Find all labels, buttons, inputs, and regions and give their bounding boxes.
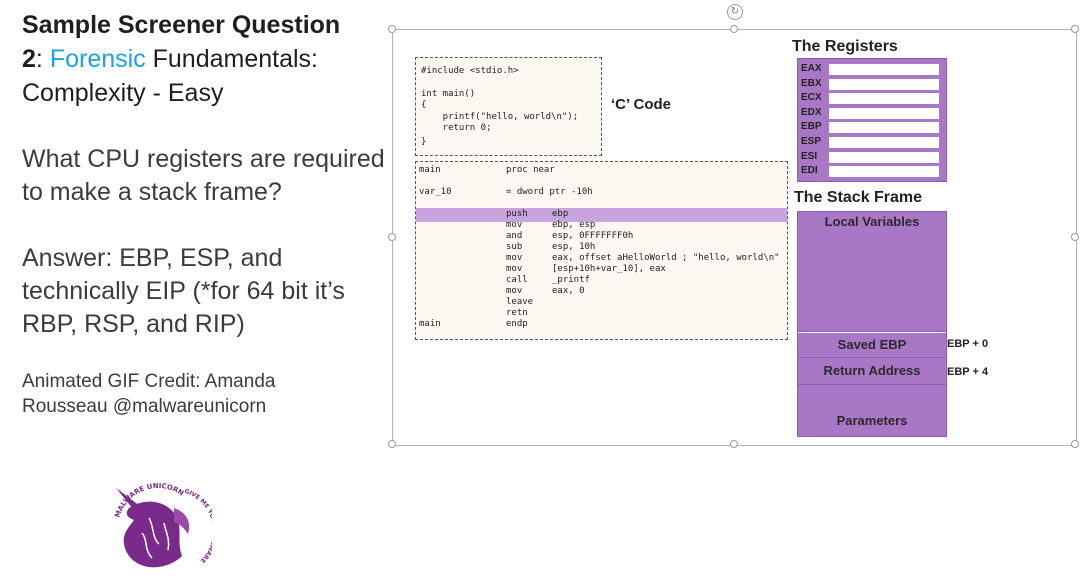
asm-cell: leave [506, 297, 534, 307]
register-label: EDI [801, 165, 818, 177]
register-value-field [829, 64, 939, 75]
register-label: EAX [801, 63, 822, 74]
asm-cell: sub [506, 242, 523, 252]
slide-title: Sample Screener Question 2: Forensic Fun… [22, 8, 390, 110]
registers-panel: EAX EBX ECX EDX EBP ESP ESI EDI [797, 58, 947, 182]
title-accent-word: Forensic [49, 45, 146, 73]
register-value-field [829, 107, 939, 119]
title-line-1: Sample Screener Question [22, 11, 341, 39]
asm-cell: retn [506, 308, 528, 318]
title-rest: Fundamentals: [145, 45, 319, 73]
highlight-row [416, 208, 787, 222]
asm-cell: eax, 0 [552, 286, 585, 296]
rotate-handle-icon[interactable]: ↻ [727, 4, 743, 20]
asm-cell: eax, offset aHelloWorld ; "hello, world\… [552, 253, 780, 263]
resize-handle[interactable] [1071, 25, 1079, 33]
registers-title: The Registers [792, 38, 898, 55]
stack-return-address: Return Address [798, 358, 946, 385]
code-line: int main() [421, 89, 476, 99]
c-code-box: #include <stdio.h> int main() { printf("… [415, 57, 602, 156]
register-label: ESI [801, 150, 818, 162]
asm-cell: mov [506, 253, 523, 263]
question-text: What CPU registers are required to make … [22, 145, 385, 206]
stack-parameters: Parameters [798, 385, 946, 436]
title-colon: : [35, 45, 50, 73]
code-line: printf("hello, world\n"); [421, 112, 579, 122]
stack-saved-ebp: Saved EBP [798, 333, 946, 358]
asm-cell: and [506, 231, 523, 241]
gif-credit: Animated GIF Credit: Amanda Rousseau @ma… [22, 371, 276, 417]
c-code-label: ‘C’ Code [611, 96, 672, 113]
asm-cell: [esp+10h+var_10], eax [552, 264, 666, 274]
asm-cell: esp, 10h [552, 242, 596, 252]
stack-frame: Local Variables Saved EBP Return Address… [797, 211, 947, 437]
register-label: EBX [801, 77, 822, 89]
asm-cell: push [506, 209, 528, 219]
asm-cell: _printf [552, 275, 590, 285]
register-label: ECX [801, 92, 822, 104]
register-value-field [829, 93, 939, 105]
asm-cell: main [419, 165, 441, 175]
register-label: EBP [801, 121, 822, 133]
asm-cell: endp [506, 319, 528, 329]
register-value-field [829, 122, 939, 134]
asm-cell: main [419, 319, 441, 329]
asm-cell: mov [506, 264, 523, 274]
asm-cell: mov [506, 220, 523, 230]
register-label: EDX [801, 106, 822, 118]
resize-handle[interactable] [388, 440, 396, 448]
asm-cell: call [506, 275, 528, 285]
unicorn-logo-icon: MALWARE UNICORN GIVE ME YOUR MALWARE [113, 482, 212, 568]
register-label: ESP [801, 136, 822, 147]
title-number: 2 [22, 45, 36, 73]
register-value-field [829, 151, 939, 163]
resize-handle[interactable] [388, 233, 396, 241]
register-value-field [829, 78, 939, 90]
answer-text: Answer: EBP, ESP, and technically EIP (*… [22, 244, 345, 338]
resize-handle[interactable] [388, 25, 396, 33]
code-line: { [421, 100, 427, 110]
title-line-3: Complexity - Easy [22, 79, 224, 107]
resize-handle[interactable] [730, 25, 738, 33]
code-line: } [421, 137, 427, 147]
resize-handle[interactable] [730, 440, 738, 448]
register-value-field [829, 137, 939, 148]
slide-text: Sample Screener Question 2: Forensic Fun… [22, 8, 390, 419]
stack-local-variables: Local Variables [798, 212, 946, 332]
stack-title: The Stack Frame [794, 189, 923, 206]
code-line: return 0; [421, 123, 492, 133]
offset-ebp-4: EBP + 4 [947, 366, 989, 378]
assembly-box: main proc near var_10 = dword ptr -10h push e… [415, 161, 788, 340]
register-value-field [829, 166, 939, 178]
asm-cell: ebp [552, 209, 569, 219]
offset-ebp-0: EBP + 0 [947, 338, 989, 350]
asm-cell: proc near [506, 165, 555, 175]
resize-handle[interactable] [1071, 233, 1079, 241]
asm-cell: esp, 0FFFFFFF0h [552, 231, 634, 241]
asm-cell: ebp, esp [552, 220, 596, 230]
asm-cell: mov [506, 286, 523, 296]
resize-handle[interactable] [1071, 440, 1079, 448]
asm-cell: = dword ptr -10h [506, 187, 593, 197]
asm-cell: var_10 [419, 187, 452, 197]
code-line: #include <stdio.h> [421, 66, 519, 76]
